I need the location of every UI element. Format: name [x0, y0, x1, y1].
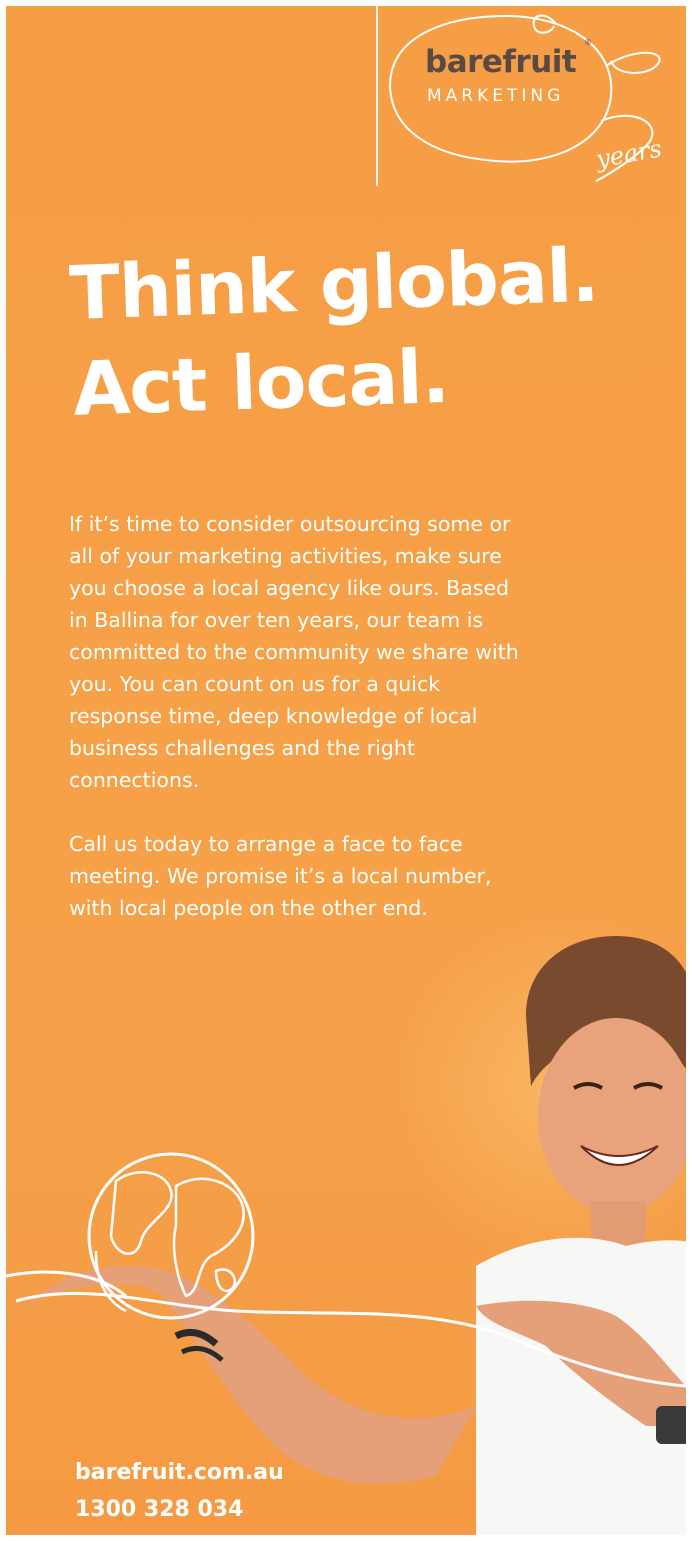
globe-line-icon — [6, 1152, 686, 1388]
phone-number[interactable]: 1300 328 034 — [75, 1491, 284, 1528]
website-link[interactable]: barefruit.com.au — [75, 1454, 284, 1491]
contact-block: barefruit.com.au 1300 328 034 — [75, 1454, 284, 1528]
poster: barefruit ® MARKETING years Think global… — [6, 6, 686, 1535]
